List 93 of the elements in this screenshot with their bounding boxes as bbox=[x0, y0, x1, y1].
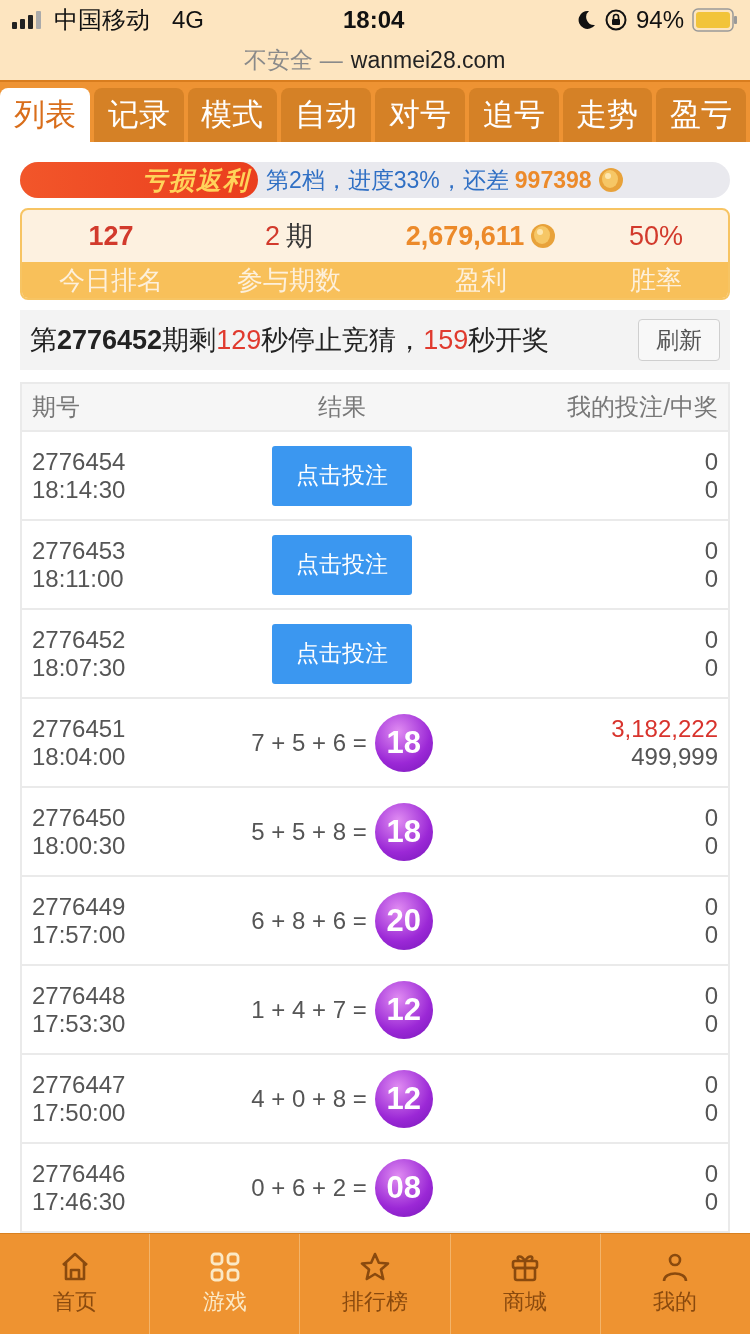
sum-formula: 4 + 0 + 8 = bbox=[251, 1084, 367, 1113]
win-amount: 0 bbox=[703, 920, 718, 949]
nav-item[interactable]: 首页 bbox=[0, 1234, 150, 1334]
stat-label: 参与期数 bbox=[237, 263, 341, 297]
clock-time: 18:04 bbox=[343, 6, 405, 34]
sum-formula: 6 + 8 + 6 = bbox=[251, 906, 367, 935]
draw-time: 18:00:30 bbox=[32, 831, 127, 860]
network-type: 4G bbox=[172, 6, 204, 34]
carrier-name: 中国移动 bbox=[54, 5, 150, 35]
draw-time: 18:14:30 bbox=[32, 475, 127, 504]
remaining-amount: 997398 bbox=[514, 166, 592, 194]
result-ball: 12 bbox=[374, 980, 433, 1039]
coin-icon bbox=[530, 223, 557, 249]
win-amount: 0 bbox=[703, 475, 718, 504]
tab[interactable]: 走势 bbox=[562, 88, 653, 142]
sum-formula: 0 + 6 + 2 = bbox=[251, 1173, 367, 1202]
draw-time: 18:04:00 bbox=[32, 742, 127, 771]
progress-text: 第2档，进度33%，还差 bbox=[266, 165, 509, 195]
period-number: 2776454 bbox=[32, 447, 127, 476]
win-amount: 0 bbox=[703, 1009, 718, 1038]
bet-amount: 0 bbox=[703, 625, 718, 654]
period-number: 2776451 bbox=[32, 714, 127, 743]
period-number: 2776450 bbox=[32, 803, 127, 832]
rotation-lock-icon bbox=[603, 8, 628, 32]
result-ball: 18 bbox=[374, 802, 433, 861]
win-amount: 0 bbox=[703, 653, 718, 682]
result-ball: 18 bbox=[374, 713, 433, 772]
url-text: wanmei28.com bbox=[350, 46, 506, 74]
result-ball: 20 bbox=[374, 891, 433, 950]
draw-time: 17:53:30 bbox=[32, 1009, 127, 1038]
tab[interactable]: 记录 bbox=[93, 88, 184, 142]
tab[interactable]: 追号 bbox=[468, 88, 559, 142]
draw-time: 18:11:00 bbox=[32, 564, 125, 593]
stat-label: 胜率 bbox=[630, 263, 682, 297]
battery-percent: 94% bbox=[635, 6, 684, 34]
column-header: 期号 bbox=[32, 393, 80, 420]
stat-value: 2 bbox=[265, 220, 280, 252]
bet-amount: 0 bbox=[703, 803, 718, 832]
bet-amount: 0 bbox=[703, 447, 718, 476]
column-header: 结果 bbox=[318, 392, 366, 422]
place-bet-button[interactable]: 点击投注 bbox=[272, 534, 412, 595]
bet-amount: 0 bbox=[703, 536, 718, 565]
period-number: 2776446 bbox=[32, 1159, 127, 1188]
sum-formula: 5 + 5 + 8 = bbox=[251, 817, 367, 846]
security-label: 不安全 — bbox=[244, 45, 343, 75]
tab[interactable]: 对号 bbox=[375, 88, 465, 142]
period-number: 2776453 bbox=[32, 536, 127, 565]
place-bet-button[interactable]: 点击投注 bbox=[272, 445, 412, 506]
period-number: 2776448 bbox=[32, 981, 127, 1010]
stat-label: 今日排名 bbox=[59, 263, 163, 297]
win-amount: 0 bbox=[703, 1187, 718, 1216]
result-ball: 12 bbox=[374, 1069, 433, 1128]
stat-value: 50% bbox=[628, 220, 683, 252]
tab[interactable]: 盈亏 bbox=[656, 88, 746, 142]
sum-formula: 7 + 5 + 6 = bbox=[251, 728, 367, 757]
period-number: 2776449 bbox=[32, 892, 127, 921]
tab[interactable]: 模式 bbox=[187, 88, 278, 142]
sum-formula: 1 + 4 + 7 = bbox=[251, 995, 367, 1024]
draw-time: 18:07:30 bbox=[32, 653, 127, 682]
period-number: 2776447 bbox=[32, 1070, 127, 1099]
battery-icon bbox=[692, 8, 738, 32]
countdown-text: 第2776452期剩129秒停止竞猜，159秒开奖 bbox=[30, 324, 550, 357]
stat-label: 盈利 bbox=[455, 263, 507, 297]
draw-time: 17:50:00 bbox=[32, 1098, 127, 1127]
grid-icon bbox=[208, 1251, 241, 1283]
column-header: 我的投注/中奖 bbox=[567, 393, 718, 420]
nav-item[interactable]: 游戏 bbox=[149, 1234, 300, 1334]
bet-amount: 0 bbox=[703, 1070, 718, 1099]
nav-item[interactable]: 排行榜 bbox=[299, 1234, 450, 1334]
stat-value: 127 bbox=[88, 220, 134, 252]
draw-time: 17:46:30 bbox=[32, 1187, 127, 1216]
stat-value: 2,679,611 bbox=[405, 220, 525, 252]
result-ball: 08 bbox=[374, 1158, 433, 1217]
star-icon bbox=[359, 1251, 391, 1283]
win-amount: 0 bbox=[703, 831, 718, 860]
bet-amount: 0 bbox=[703, 1159, 718, 1188]
rebate-badge: 亏损返利 bbox=[20, 162, 258, 198]
bet-amount: 0 bbox=[703, 892, 718, 921]
stat-unit: 期 bbox=[286, 220, 313, 253]
win-amount: 0 bbox=[703, 1098, 718, 1127]
tab[interactable]: 自动 bbox=[281, 88, 371, 142]
nav-item[interactable]: 我的 bbox=[599, 1234, 750, 1334]
win-amount: 499,999 bbox=[630, 742, 718, 771]
coin-icon bbox=[597, 167, 624, 193]
bet-amount: 3,182,222 bbox=[610, 714, 718, 743]
tab[interactable]: 列表 bbox=[0, 88, 90, 142]
refresh-button[interactable]: 刷新 bbox=[638, 319, 720, 361]
draw-time: 17:57:00 bbox=[32, 920, 127, 949]
win-amount: 0 bbox=[703, 564, 718, 593]
place-bet-button[interactable]: 点击投注 bbox=[272, 623, 412, 684]
bet-amount: 0 bbox=[703, 981, 718, 1010]
nav-item[interactable]: 商城 bbox=[449, 1234, 600, 1334]
period-number: 2776452 bbox=[32, 625, 127, 654]
